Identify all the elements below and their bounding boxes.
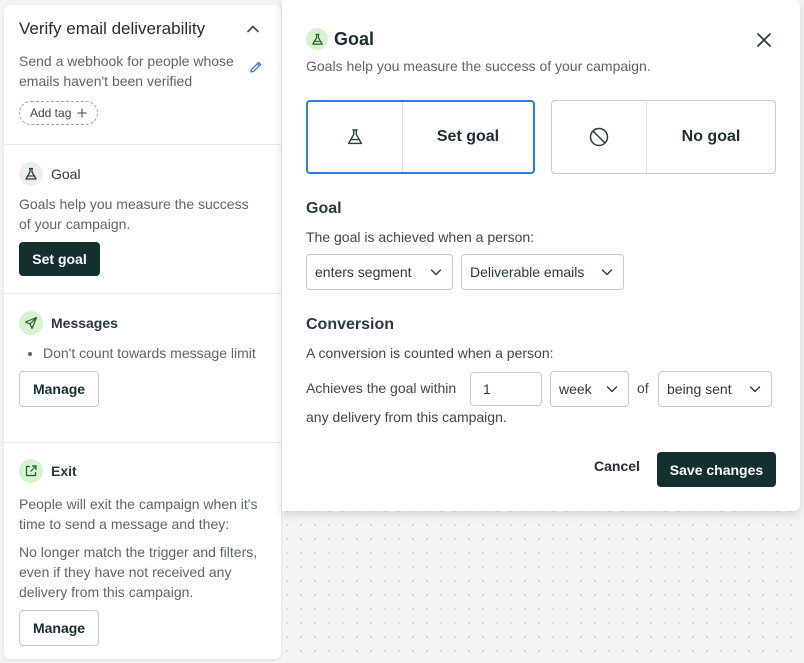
save-changes-button[interactable]: Save changes	[657, 452, 776, 487]
conversion-text: A conversion is counted when a person:	[306, 345, 554, 361]
messages-bullet-list: Don't count towards message limit	[19, 343, 266, 363]
goal-text: The goal is achieved when a person:	[306, 229, 535, 245]
no-goal-option-label: No goal	[681, 128, 741, 145]
set-goal-option[interactable]: Set goal	[306, 100, 535, 174]
send-icon	[19, 311, 43, 335]
conversion-suffix: any delivery from this campaign.	[306, 409, 507, 425]
prohibited-icon	[589, 127, 609, 147]
conversion-unit-value: week	[559, 381, 592, 397]
messages-title: Messages	[51, 315, 118, 331]
chevron-down-icon	[606, 386, 618, 393]
cancel-button[interactable]: Cancel	[594, 458, 640, 474]
flask-icon	[306, 28, 328, 50]
chevron-up-icon[interactable]	[246, 22, 260, 36]
no-goal-option[interactable]: No goal	[551, 100, 776, 174]
campaign-sidebar: Verify email deliverability Send a webho…	[4, 5, 281, 659]
exit-description: People will exit the campaign when it's …	[19, 496, 258, 532]
exit-manage-button[interactable]: Manage	[19, 610, 99, 646]
messages-manage-button[interactable]: Manage	[19, 371, 99, 407]
flask-icon	[19, 162, 43, 186]
conversion-heading: Conversion	[306, 316, 395, 333]
list-item: Don't count towards message limit	[43, 343, 266, 363]
goal-heading: Goal	[306, 200, 342, 217]
exit-title: Exit	[51, 463, 77, 479]
goal-section: Goal Goals help you measure the success …	[4, 145, 281, 294]
chevron-down-icon	[749, 386, 761, 393]
of-label: of	[637, 380, 649, 396]
conversion-amount-input[interactable]	[470, 372, 542, 406]
exit-condition-text: No longer match the trigger and filters,…	[19, 544, 258, 600]
campaign-header-section: Verify email deliverability Send a webho…	[4, 5, 281, 145]
conversion-event-select[interactable]: being sent	[658, 371, 772, 407]
goal-title: Goal	[51, 166, 81, 182]
modal-title: Goal	[334, 28, 375, 49]
conversion-event-value: being sent	[667, 381, 732, 397]
plus-icon	[77, 108, 87, 118]
goal-modal: Goal Goals help you measure the success …	[282, 0, 800, 511]
campaign-description: Send a webhook for people whose emails h…	[19, 53, 234, 89]
external-link-icon	[19, 459, 43, 483]
conversion-prefix: Achieves the goal within	[306, 380, 457, 396]
add-tag-button[interactable]: Add tag	[19, 101, 99, 125]
exit-section: Exit People will exit the campaign when …	[4, 443, 281, 657]
pencil-icon[interactable]	[249, 60, 263, 74]
flask-icon	[347, 129, 363, 145]
add-tag-label: Add tag	[30, 106, 72, 120]
chevron-down-icon	[430, 269, 442, 276]
chevron-down-icon	[601, 269, 613, 276]
conversion-unit-select[interactable]: week	[550, 371, 629, 407]
campaign-title: Verify email deliverability	[19, 19, 206, 38]
set-goal-option-label: Set goal	[436, 128, 500, 145]
goal-description: Goals help you measure the success of yo…	[19, 196, 249, 232]
goal-condition-select[interactable]: enters segment	[306, 254, 453, 290]
segment-select[interactable]: Deliverable emails	[461, 254, 624, 290]
set-goal-button[interactable]: Set goal	[19, 242, 100, 276]
goal-condition-value: enters segment	[315, 264, 412, 280]
close-icon[interactable]	[756, 32, 772, 48]
modal-subtitle: Goals help you measure the success of yo…	[306, 58, 651, 74]
segment-value: Deliverable emails	[470, 264, 585, 280]
messages-section: Messages Don't count towards message lim…	[4, 294, 281, 443]
